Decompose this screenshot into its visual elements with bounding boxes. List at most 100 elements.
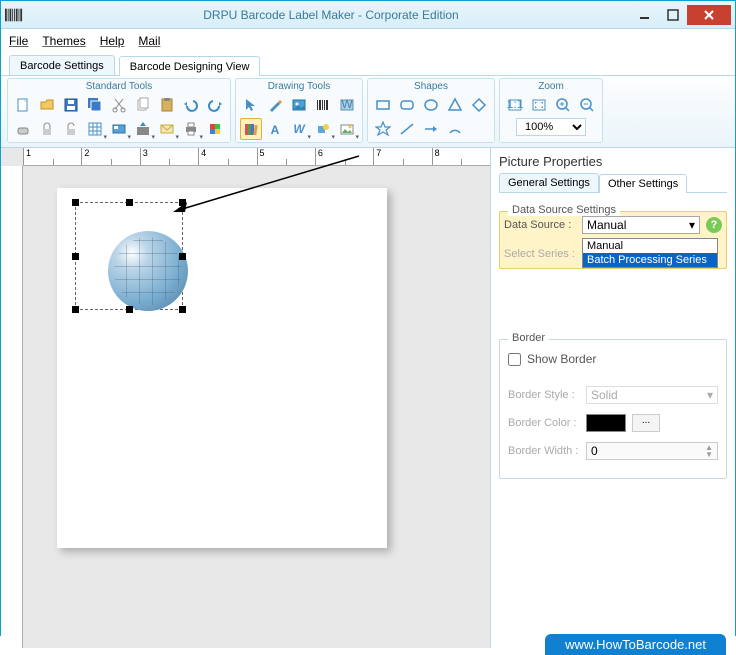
ellipse-shape[interactable]	[420, 94, 442, 116]
card-button[interactable]: ▾	[108, 118, 130, 140]
tab-barcode-settings[interactable]: Barcode Settings	[9, 55, 115, 75]
resize-handle-sw[interactable]	[72, 306, 79, 313]
resize-handle-nw[interactable]	[72, 199, 79, 206]
dropdown-option-batch[interactable]: Batch Processing Series	[583, 253, 717, 267]
ribbon-group-standard: Standard Tools ▾	[7, 78, 231, 143]
text-tool[interactable]: A	[264, 118, 286, 140]
svg-text:A: A	[271, 123, 280, 137]
ruler-tick: 7	[373, 148, 431, 165]
unlock-button[interactable]	[60, 118, 82, 140]
wordart-tool[interactable]: W▾	[288, 118, 310, 140]
new-button[interactable]	[12, 94, 34, 116]
ribbon-label-shapes: Shapes	[414, 81, 448, 94]
resize-handle-w[interactable]	[72, 253, 79, 260]
data-source-select[interactable]: Manual▾	[582, 216, 700, 234]
data-source-dropdown: Manual Batch Processing Series	[582, 238, 718, 268]
close-button[interactable]	[687, 5, 731, 25]
border-color-swatch[interactable]	[586, 414, 626, 432]
print-button[interactable]: ▾	[180, 118, 202, 140]
barcode-tool[interactable]	[312, 94, 334, 116]
copy-button[interactable]	[132, 94, 154, 116]
cut-button[interactable]	[108, 94, 130, 116]
tab-other-settings[interactable]: Other Settings	[599, 174, 687, 193]
minimize-button[interactable]	[631, 5, 659, 25]
globe-image[interactable]	[108, 231, 188, 311]
properties-title: Picture Properties	[499, 154, 727, 169]
zoom-in-button[interactable]	[552, 94, 574, 116]
show-border-label: Show Border	[527, 352, 596, 366]
menu-mail[interactable]: Mail	[138, 34, 160, 48]
undo-button[interactable]	[180, 94, 202, 116]
pen-tool[interactable]	[264, 94, 286, 116]
save-all-button[interactable]	[84, 94, 106, 116]
shape-tool[interactable]: ▾	[312, 118, 334, 140]
data-source-value: Manual	[587, 218, 626, 232]
menu-file[interactable]: File	[9, 34, 28, 48]
picture-tool[interactable]	[288, 94, 310, 116]
ribbon-label-standard: Standard Tools	[86, 81, 153, 94]
zoom-out-button[interactable]	[576, 94, 598, 116]
ribbon-label-zoom: Zoom	[538, 81, 564, 94]
workspace: 1 2 3 4 5 6 7 8	[1, 148, 735, 648]
ruler-vertical	[1, 166, 23, 648]
watermark-tool[interactable]: W	[336, 94, 358, 116]
border-fieldset: Border Show Border Border Style : Solid▾…	[499, 339, 727, 479]
resize-handle-se[interactable]	[179, 306, 186, 313]
color-button[interactable]	[204, 118, 226, 140]
spinner-arrows-icon[interactable]: ▲▼	[705, 444, 713, 458]
window-title: DRPU Barcode Label Maker - Corporate Edi…	[31, 8, 631, 22]
maximize-button[interactable]	[659, 5, 687, 25]
show-border-input[interactable]	[508, 353, 521, 366]
export-button[interactable]: ▾	[132, 118, 154, 140]
ruler-tick: 2	[81, 148, 139, 165]
tab-general-settings[interactable]: General Settings	[499, 173, 599, 192]
ruler-tick: 8	[432, 148, 490, 165]
zoom-actual-button[interactable]: 1:1	[504, 94, 526, 116]
image-tool[interactable]: ▾	[336, 118, 358, 140]
paste-button[interactable]	[156, 94, 178, 116]
star-shape[interactable]	[372, 118, 394, 140]
help-icon[interactable]: ?	[706, 217, 722, 233]
arrow-shape[interactable]	[420, 118, 442, 140]
line-shape[interactable]	[396, 118, 418, 140]
open-button[interactable]	[36, 94, 58, 116]
resize-handle-e[interactable]	[179, 253, 186, 260]
zoom-fit-button[interactable]	[528, 94, 550, 116]
border-color-picker-button[interactable]: ...	[632, 414, 660, 432]
zoom-select[interactable]: 100%	[516, 118, 586, 136]
delete-button[interactable]	[12, 118, 34, 140]
email-button[interactable]: ▾	[156, 118, 178, 140]
design-canvas[interactable]	[57, 188, 387, 548]
diamond-shape[interactable]	[468, 94, 490, 116]
rectangle-shape[interactable]	[372, 94, 394, 116]
redo-button[interactable]	[204, 94, 226, 116]
triangle-shape[interactable]	[444, 94, 466, 116]
arc-shape[interactable]	[444, 118, 466, 140]
svg-text:W: W	[341, 97, 353, 111]
rounded-rect-shape[interactable]	[396, 94, 418, 116]
select-tool[interactable]	[240, 94, 262, 116]
menu-help[interactable]: Help	[100, 34, 125, 48]
menu-themes[interactable]: Themes	[42, 34, 85, 48]
resize-handle-ne[interactable]	[179, 199, 186, 206]
dropdown-option-manual[interactable]: Manual	[583, 239, 717, 253]
lock-button[interactable]	[36, 118, 58, 140]
ruler-tick: 4	[198, 148, 256, 165]
footer-link[interactable]: www.HowToBarcode.net	[545, 634, 726, 655]
canvas-area[interactable]: 1 2 3 4 5 6 7 8	[1, 148, 490, 648]
resize-handle-n[interactable]	[126, 199, 133, 206]
property-tabs: General Settings Other Settings	[499, 173, 727, 193]
show-border-checkbox[interactable]: Show Border	[508, 352, 718, 366]
selected-picture[interactable]	[75, 202, 183, 310]
ribbon: Standard Tools ▾	[1, 76, 735, 148]
save-button[interactable]	[60, 94, 82, 116]
data-source-label: Data Source :	[504, 219, 576, 231]
border-style-select[interactable]: Solid▾	[586, 386, 718, 404]
grid-button[interactable]: ▾	[84, 118, 106, 140]
tab-designing-view[interactable]: Barcode Designing View	[119, 56, 261, 76]
library-tool[interactable]	[240, 118, 262, 140]
border-width-spinner[interactable]: 0 ▲▼	[586, 442, 718, 460]
border-color-label: Border Color :	[508, 417, 580, 429]
menubar: File Themes Help Mail	[1, 29, 735, 53]
resize-handle-s[interactable]	[126, 306, 133, 313]
